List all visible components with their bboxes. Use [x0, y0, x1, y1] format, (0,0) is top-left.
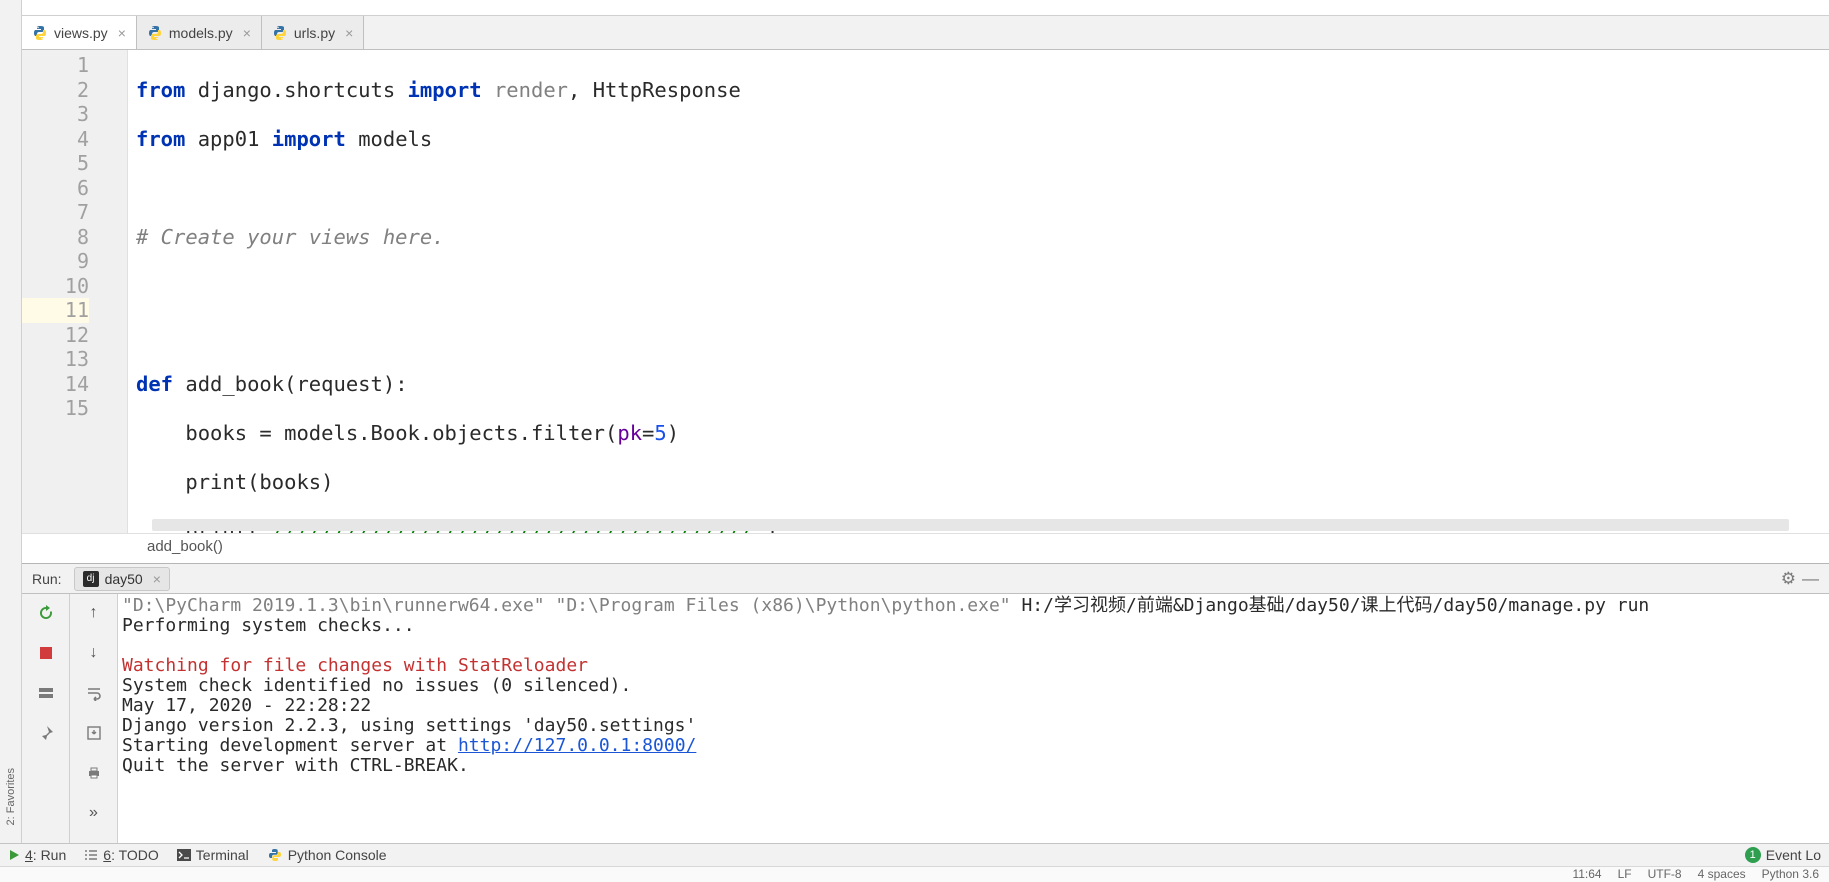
python-file-icon — [32, 25, 48, 41]
function-breadcrumb[interactable]: add_book() — [22, 533, 1829, 563]
layout-button[interactable] — [35, 682, 57, 704]
tab-views-py[interactable]: views.py × — [22, 16, 137, 49]
up-arrow-icon[interactable]: ↑ — [83, 602, 105, 624]
tool-window-bar: 44: Run: Run 6: TODO 6: TODO Terminal Py… — [0, 843, 1829, 865]
print-icon[interactable] — [83, 762, 105, 784]
editor[interactable]: 123456789101112131415 from django.shortc… — [22, 50, 1829, 533]
tab-label: models.py — [169, 25, 233, 41]
run-config-name: day50 — [105, 571, 143, 587]
python-console-tool-window-button[interactable]: Python Console — [267, 847, 387, 863]
python-file-icon — [272, 25, 288, 41]
close-icon[interactable]: × — [243, 25, 251, 41]
tab-label: urls.py — [294, 25, 335, 41]
pin-button[interactable] — [35, 722, 57, 744]
status-bar: 11:64 LF UTF-8 4 spaces Python 3.6 — [0, 866, 1829, 882]
down-arrow-icon[interactable]: ↓ — [83, 642, 105, 664]
run-configuration-tab[interactable]: dj day50 × — [74, 567, 170, 591]
line-number-gutter: 123456789101112131415 — [22, 50, 128, 533]
event-count-badge: 1 — [1745, 847, 1761, 863]
run-tool-window-button[interactable]: 44: Run: Run — [8, 847, 66, 863]
tab-label: views.py — [54, 25, 108, 41]
close-icon[interactable]: × — [345, 25, 353, 41]
file-encoding[interactable]: UTF-8 — [1648, 867, 1682, 881]
scroll-to-end-icon[interactable] — [83, 722, 105, 744]
todo-tool-window-button[interactable]: 6: TODO 6: TODO — [84, 847, 159, 863]
project-tool-stripe[interactable]: 2: Favorites — [0, 0, 22, 843]
cursor-position[interactable]: 11:64 — [1572, 867, 1601, 881]
indent-setting[interactable]: 4 spaces — [1698, 867, 1746, 881]
terminal-tool-window-button[interactable]: Terminal — [177, 847, 249, 863]
soft-wrap-icon[interactable] — [83, 682, 105, 704]
run-toolbar-left — [22, 594, 70, 843]
tab-urls-py[interactable]: urls.py × — [262, 16, 364, 49]
python-interpreter[interactable]: Python 3.6 — [1762, 867, 1819, 881]
horizontal-scrollbar[interactable] — [152, 519, 1789, 531]
django-icon: dj — [83, 571, 99, 587]
line-ending[interactable]: LF — [1618, 867, 1632, 881]
hide-icon[interactable]: — — [1802, 569, 1819, 589]
favorites-label[interactable]: 2: Favorites — [5, 768, 17, 825]
event-log-button[interactable]: 1 Event Lo — [1745, 847, 1821, 863]
navigation-breadcrumb[interactable] — [22, 0, 1829, 16]
code-area[interactable]: from django.shortcuts import render, Htt… — [128, 50, 1829, 533]
tab-models-py[interactable]: models.py × — [137, 16, 262, 49]
python-file-icon — [147, 25, 163, 41]
gear-icon[interactable]: ⚙ — [1781, 569, 1796, 589]
run-panel-header: Run: dj day50 × ⚙ — — [22, 564, 1829, 594]
rerun-button[interactable] — [35, 602, 57, 624]
run-label: Run: — [32, 571, 62, 587]
close-icon[interactable]: × — [153, 571, 161, 587]
stop-button[interactable] — [35, 642, 57, 664]
more-icon[interactable]: » — [83, 802, 105, 824]
run-toolbar-inner: ↑ ↓ » — [70, 594, 118, 843]
close-icon[interactable]: × — [118, 25, 126, 41]
editor-tabs: views.py × models.py × urls.py × — [22, 16, 1829, 50]
console-output[interactable]: "D:\PyCharm 2019.1.3\bin\runnerw64.exe" … — [118, 594, 1829, 843]
